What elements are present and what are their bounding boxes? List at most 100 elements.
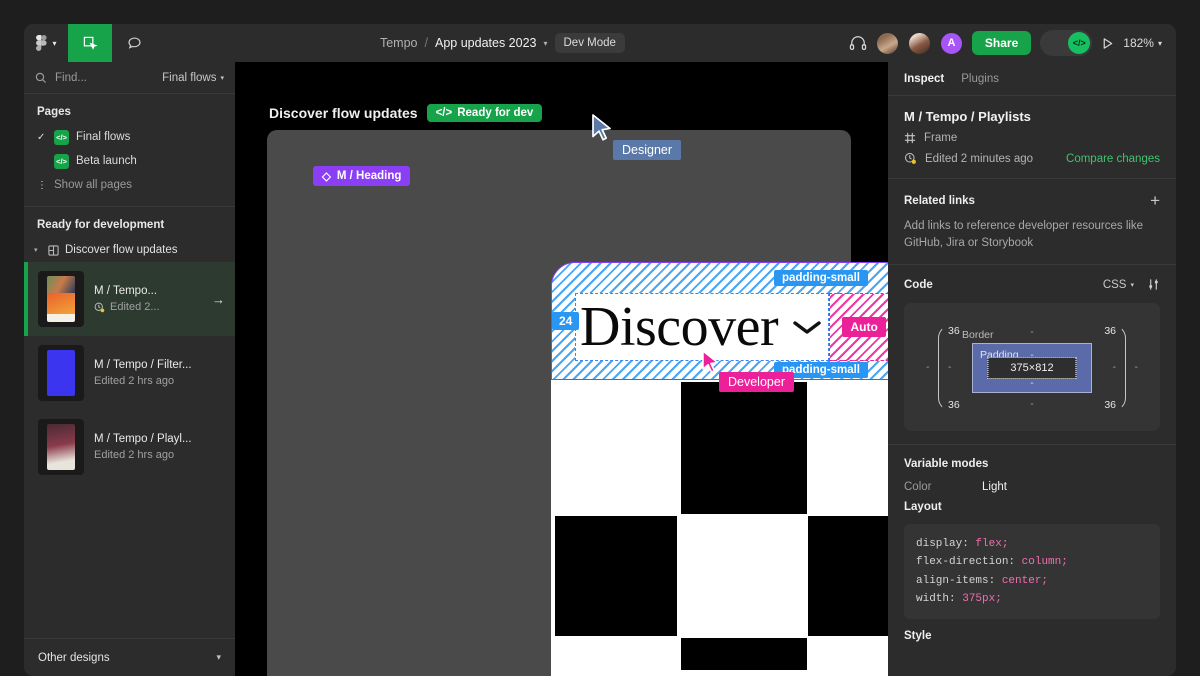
layer-thumbnail [38, 419, 84, 475]
sidebar-group-discover-flow-updates[interactable]: ▾ Discover flow updates [24, 238, 235, 262]
layout-code-block[interactable]: display: flex; flex-direction: column; a… [904, 524, 1160, 619]
discover-header-block[interactable]: Discover Auto [551, 262, 888, 380]
chevron-down-icon[interactable] [790, 317, 824, 337]
inspect-node-type: Frame [924, 132, 957, 144]
variable-mode-value[interactable]: Light [982, 481, 1007, 493]
avatar-current-user[interactable]: A [940, 32, 963, 55]
inspect-node-header: M / Tempo / Playlists Frame [888, 96, 1176, 179]
flows-selector[interactable]: Final flows ▾ [162, 72, 224, 84]
layer-edited-text: Edited 2... [110, 301, 160, 313]
show-all-pages-button[interactable]: ⋮ Show all pages [24, 173, 235, 197]
canvas-section-title: Discover flow updates [269, 105, 418, 121]
inspect-edited-group: Edited 2 minutes ago [904, 152, 1033, 165]
add-related-link-button[interactable]: + [1150, 192, 1160, 209]
sidebar-search-bar[interactable]: Find... Final flows ▾ [24, 62, 235, 94]
toolbar-right-actions: A Share </> 182% ▾ [849, 24, 1176, 62]
border-right-value: - [1135, 361, 1139, 373]
layer-meta: M / Tempo / Filter... Edited 2 hrs ago [94, 359, 225, 387]
ready-for-dev-badge[interactable]: </> Ready for dev [427, 104, 543, 122]
discover-title-text: Discover [580, 299, 778, 355]
zoom-level-selector[interactable]: 182% ▾ [1123, 36, 1162, 50]
share-button[interactable]: Share [972, 31, 1031, 55]
code-title: Code [904, 279, 933, 291]
code-header: Code CSS ▾ [904, 278, 1160, 291]
heading-component-tag[interactable]: ◇ M / Heading [313, 166, 410, 186]
inspect-node-title: M / Tempo / Playlists [904, 109, 1160, 124]
comment-tool-button[interactable] [112, 24, 156, 62]
main-area: Find... Final flows ▾ Pages ✓ </> Final … [24, 62, 1176, 676]
compare-changes-link[interactable]: Compare changes [1066, 153, 1160, 165]
layer-row-tempo-filter[interactable]: M / Tempo / Filter... Edited 2 hrs ago [24, 336, 235, 410]
other-designs-section[interactable]: Other designs ▾ [24, 638, 235, 676]
headphones-icon[interactable] [849, 35, 867, 51]
breadcrumb-separator: / [425, 36, 428, 50]
clock-icon [94, 302, 105, 313]
code-language-selector[interactable]: CSS ▾ [1103, 279, 1134, 291]
layout-title: Layout [904, 501, 1160, 513]
ready-for-dev-code-icon: </> [436, 107, 453, 119]
figma-logo-icon[interactable]: ▾ [24, 24, 68, 62]
present-play-icon[interactable] [1101, 37, 1114, 50]
show-all-pages-label: Show all pages [54, 179, 132, 191]
tab-inspect[interactable]: Inspect [904, 73, 944, 85]
inspect-node-type-row: Frame [904, 132, 1160, 144]
ready-for-dev-label: Ready for dev [457, 107, 533, 119]
sliders-icon[interactable] [1147, 278, 1160, 291]
inspect-edited-text: Edited 2 minutes ago [925, 153, 1033, 165]
tab-plugins[interactable]: Plugins [961, 73, 999, 85]
border-top-value: - [1030, 326, 1034, 338]
style-section-title: Style [888, 619, 1176, 642]
related-links-header: Related links + [904, 192, 1160, 209]
breadcrumb-file[interactable]: App updates 2023 [435, 36, 536, 50]
move-tool-button[interactable] [68, 24, 112, 62]
padding-value-left: 24 [552, 312, 579, 330]
checkerboard-artwork [551, 380, 888, 670]
padding-label-top: padding-small [774, 270, 868, 286]
inspect-panel: Inspect Plugins M / Tempo / Playlists Fr… [888, 62, 1176, 676]
sidebar-page-beta-launch[interactable]: </> Beta launch [24, 149, 235, 173]
dev-mode-toggle[interactable]: </> [1040, 30, 1092, 56]
code-val: center; [1002, 575, 1048, 587]
variable-modes-title: Variable modes [904, 458, 1160, 470]
related-links-description: Add links to reference developer resourc… [904, 218, 1160, 251]
figma-app-window: ▾ Tempo / App updates 2023 ▾ Dev Mode [0, 0, 1200, 676]
box-model-padding-box: Padding - - 375×812 [972, 343, 1092, 393]
search-input-placeholder[interactable]: Find... [55, 72, 154, 84]
search-icon [35, 72, 47, 84]
border-bottom-value: - [1030, 398, 1034, 410]
layout-section: Layout display: flex; flex-direction: co… [888, 497, 1176, 619]
heading-tag-label: M / Heading [337, 170, 402, 182]
discover-title-box[interactable]: Discover [575, 293, 829, 361]
inspect-tabs: Inspect Plugins [888, 62, 1176, 96]
flows-chevron-down-icon: ▾ [220, 74, 224, 82]
border-radius-top-left: 36 [948, 325, 960, 337]
box-model-diagram: 36 36 36 36 Border - - - - - - Padding -… [904, 303, 1160, 431]
inspect-edited-row: Edited 2 minutes ago Compare changes [904, 152, 1160, 165]
layer-thumbnail [38, 345, 84, 401]
dev-mode-badge[interactable]: Dev Mode [555, 33, 625, 53]
layer-row-tempo-discover[interactable]: M / Tempo... Edited 2... → [24, 262, 235, 336]
avatar-collaborator-1[interactable] [876, 32, 899, 55]
code-header-controls: CSS ▾ [1103, 278, 1160, 291]
breadcrumb-project[interactable]: Tempo [380, 36, 418, 50]
code-language-chevron-down-icon: ▾ [1130, 281, 1134, 289]
clock-icon [904, 152, 917, 165]
layer-edited-text: Edited 2 hrs ago [94, 449, 174, 461]
layer-row-tempo-playlists[interactable]: M / Tempo / Playl... Edited 2 hrs ago [24, 410, 235, 484]
variable-mode-row: Color Light [904, 481, 1160, 493]
code-prop: align-items: [916, 575, 995, 587]
layer-arrow-right-icon[interactable]: → [212, 292, 225, 307]
other-designs-chevron-down-icon: ▾ [216, 652, 221, 663]
code-val: flex; [975, 538, 1008, 550]
page-code-badge-icon: </> [54, 154, 69, 169]
design-canvas[interactable]: Discover flow updates </> Ready for dev … [235, 62, 888, 676]
variable-mode-key: Color [904, 481, 982, 493]
avatar-collaborator-2[interactable] [908, 32, 931, 55]
code-prop: width: [916, 593, 956, 605]
layer-name: M / Tempo / Filter... [94, 359, 225, 371]
component-diamond-icon: ◇ [322, 169, 331, 183]
layer-thumbnail [38, 271, 84, 327]
sidebar-page-final-flows[interactable]: ✓ </> Final flows [24, 125, 235, 149]
breadcrumb-chevron-down-icon[interactable]: ▾ [543, 39, 547, 48]
more-vertical-icon: ⋮ [37, 180, 47, 191]
